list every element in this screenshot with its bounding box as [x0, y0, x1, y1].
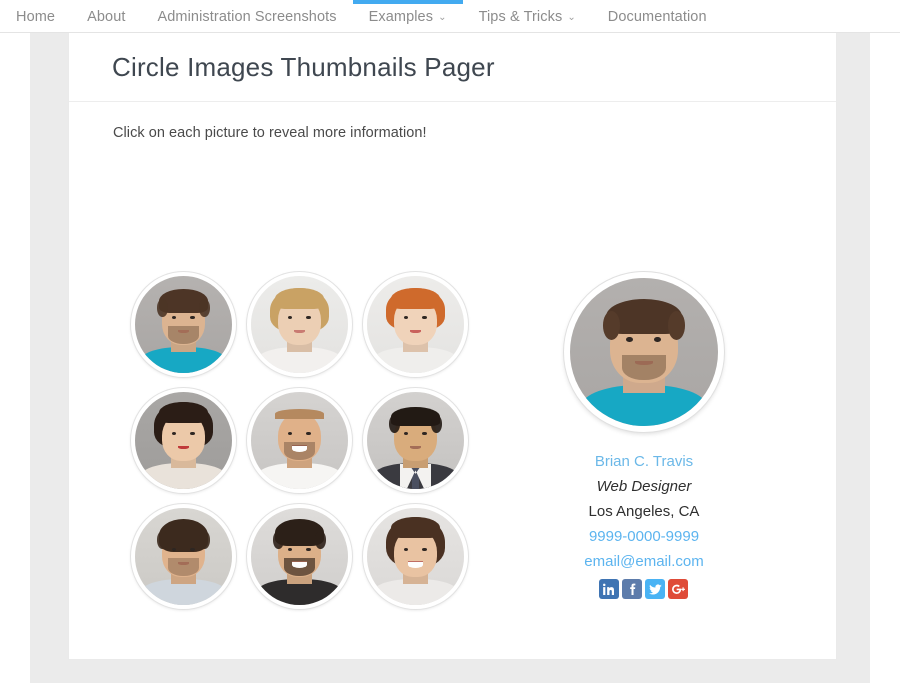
nav-item-label: Administration Screenshots [157, 8, 337, 25]
twitter-icon[interactable] [645, 579, 666, 599]
nav-item-administration-screenshots[interactable]: Administration Screenshots [142, 0, 353, 33]
nav-item-documentation[interactable]: Documentation [592, 0, 723, 33]
nav-item-label: Examples [368, 8, 434, 25]
thumbnail-6[interactable] [363, 388, 468, 493]
page-title: Circle Images Thumbnails Pager [112, 51, 495, 82]
card-body: Click on each picture to reveal more inf… [69, 102, 836, 659]
main-menu: Home About Administration Screenshots Examp… [0, 0, 723, 33]
avatar-art [367, 276, 464, 373]
profile-location: Los Angeles, CA [588, 503, 700, 520]
avatar-art [135, 392, 232, 489]
nav-item-label: Tips & Tricks [478, 8, 563, 25]
avatar-art [251, 276, 348, 373]
thumbnail-3[interactable] [363, 272, 468, 377]
thumbnail-1[interactable] [131, 272, 236, 377]
social-links [584, 579, 703, 599]
thumbnail-4[interactable] [131, 388, 236, 493]
featured-profile-info: Brian C. Travis Web Designer Los Angeles… [584, 454, 704, 599]
avatar-art [251, 392, 348, 489]
nav-item-label: About [87, 8, 126, 25]
profile-phone[interactable]: 9999-0000-9999 [584, 529, 703, 544]
chevron-down-icon: ⌄ [567, 11, 576, 23]
content-card: Circle Images Thumbnails Pager Click on … [68, 33, 837, 660]
thumbnail-7[interactable] [131, 504, 236, 609]
page-root: Home About Administration Screenshots Examp… [0, 0, 900, 683]
featured-profile-photo[interactable] [564, 272, 724, 432]
nav-item-label: Documentation [607, 8, 707, 25]
profile-email[interactable]: email@email.com [584, 554, 703, 569]
nav-item-about[interactable]: About [71, 0, 141, 33]
avatar-art [135, 276, 232, 373]
card-header: Circle Images Thumbnails Pager [69, 33, 836, 102]
nav-item-examples[interactable]: Examples ⌄ [352, 0, 463, 33]
avatar-art [251, 508, 348, 605]
top-navigation-bar: Home About Administration Screenshots Examp… [0, 0, 900, 33]
linkedin-icon[interactable] [599, 579, 620, 599]
nav-item-label: Home [16, 8, 56, 25]
thumbnail-grid [131, 272, 479, 620]
profile-name[interactable]: Brian C. Travis [584, 454, 703, 469]
featured-profile: Brian C. Travis Web Designer Los Angeles… [524, 272, 764, 599]
thumbnail-9[interactable] [363, 504, 468, 609]
thumbnail-5[interactable] [247, 388, 352, 493]
avatar-art [367, 392, 464, 489]
nav-item-tips-tricks[interactable]: Tips & Tricks ⌄ [463, 0, 592, 33]
avatar-art-featured [570, 278, 718, 426]
facebook-icon[interactable] [622, 579, 643, 599]
chevron-down-icon: ⌄ [438, 11, 447, 23]
thumbnail-2[interactable] [247, 272, 352, 377]
googleplus-icon[interactable] [668, 579, 689, 599]
avatar-art [135, 508, 232, 605]
avatar-art [367, 508, 464, 605]
nav-item-home[interactable]: Home [0, 0, 71, 33]
intro-text: Click on each picture to reveal more inf… [113, 125, 427, 141]
profile-role: Web Designer [596, 478, 692, 495]
thumbnail-8[interactable] [247, 504, 352, 609]
